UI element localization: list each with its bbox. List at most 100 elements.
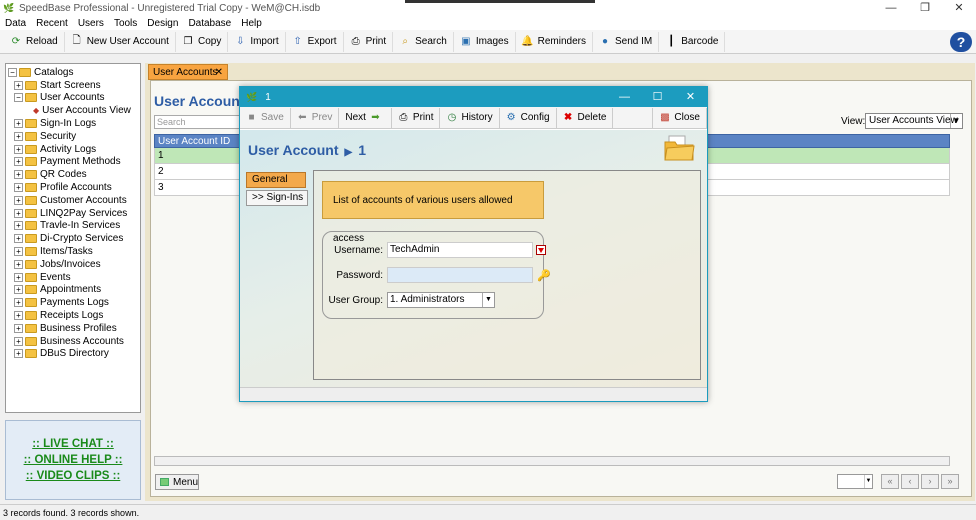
prev-button[interactable]: ⬅ Prev [291, 107, 340, 128]
dialog-close-button[interactable]: ✕ [674, 87, 707, 107]
last-page-button[interactable]: » [941, 474, 959, 489]
send-im-button[interactable]: ● Send IM [593, 31, 660, 52]
collapse-icon[interactable]: − [8, 67, 17, 77]
tree-item-customer-accounts[interactable]: + Customer Accounts [8, 194, 140, 207]
expand-icon[interactable]: + [14, 221, 23, 231]
tree-item-user-accounts[interactable]: − User Accounts [8, 92, 140, 105]
menu-design[interactable]: Design [147, 18, 178, 29]
tab-user-accounts[interactable]: User Accounts ✕ [148, 64, 228, 80]
expand-icon[interactable]: + [14, 131, 23, 141]
menu-help[interactable]: Help [241, 18, 262, 29]
tree-item-qr-codes[interactable]: + QR Codes [8, 168, 140, 181]
user-group-select[interactable]: 1. Administrators ▼ [387, 292, 495, 308]
menu-users[interactable]: Users [78, 18, 104, 29]
expand-icon[interactable]: + [14, 80, 23, 90]
expand-icon[interactable]: + [14, 349, 23, 359]
import-button[interactable]: ⇩ Import [228, 31, 286, 52]
tree-item-profile-accounts[interactable]: + Profile Accounts [8, 181, 140, 194]
catalog-tree[interactable]: − Catalogs + Start Screens − User Accounts … [5, 63, 141, 413]
maximize-button[interactable]: ❐ [908, 0, 942, 16]
expand-icon[interactable]: + [14, 323, 23, 333]
expand-icon[interactable]: + [14, 234, 23, 244]
expand-icon[interactable]: + [14, 195, 23, 205]
expand-icon[interactable]: + [14, 259, 23, 269]
tree-item-receipts-logs[interactable]: + Receipts Logs [8, 309, 140, 322]
expand-icon[interactable]: + [14, 311, 23, 321]
tree-item-dbus-directory[interactable]: + DBuS Directory [8, 348, 140, 361]
menu-button[interactable]: Menu [155, 474, 199, 490]
dialog-print-button[interactable]: ⎙ Print [392, 107, 441, 128]
tree-item-linq2pay-services[interactable]: + LINQ2Pay Services [8, 207, 140, 220]
expand-icon[interactable]: + [14, 336, 23, 346]
expand-icon[interactable]: + [14, 298, 23, 308]
online-help-link[interactable]: :: ONLINE HELP :: [24, 452, 123, 468]
next-button[interactable]: Next ➡ [339, 107, 392, 128]
reload-button[interactable]: ⟳ Reload [4, 31, 65, 52]
minimize-button[interactable]: — [874, 0, 908, 16]
tree-item-sign-in-logs[interactable]: + Sign-In Logs [8, 117, 140, 130]
copy-button[interactable]: ❐ Copy [176, 31, 229, 52]
expand-icon[interactable]: + [14, 285, 23, 295]
tree-item-di-crypto-services[interactable]: + Di-Crypto Services [8, 232, 140, 245]
tree-item-payments-logs[interactable]: + Payments Logs [8, 296, 140, 309]
menu-database[interactable]: Database [188, 18, 231, 29]
chevron-down-icon[interactable]: ▼ [482, 293, 494, 307]
horizontal-scrollbar[interactable] [154, 456, 950, 466]
help-button[interactable]: ? [950, 32, 972, 52]
next-page-button[interactable]: › [921, 474, 939, 489]
expand-icon[interactable]: + [14, 170, 23, 180]
tree-item-items-tasks[interactable]: + Items/Tasks [8, 245, 140, 258]
close-button[interactable]: ✕ [942, 0, 976, 16]
first-page-button[interactable]: « [881, 474, 899, 489]
dialog-maximize-button[interactable]: ☐ [641, 87, 674, 107]
tree-item-start-screens[interactable]: + Start Screens [8, 79, 140, 92]
expand-icon[interactable]: + [14, 208, 23, 218]
chevron-down-icon[interactable]: ▼ [864, 475, 872, 488]
reminders-button[interactable]: 🔔 Reminders [516, 31, 593, 52]
chevron-down-icon[interactable]: ▼ [950, 114, 962, 128]
expand-icon[interactable]: + [14, 144, 23, 154]
history-button[interactable]: ◷ History [440, 107, 500, 128]
barcode-button[interactable]: ┃ Barcode [659, 31, 726, 52]
delete-button[interactable]: ✖ Delete [557, 107, 614, 128]
tree-item-jobs-invoices[interactable]: + Jobs/Invoices [8, 258, 140, 271]
tree-item-business-profiles[interactable]: + Business Profiles [8, 322, 140, 335]
tree-item-payment-methods[interactable]: + Payment Methods [8, 156, 140, 169]
required-dropdown-icon[interactable] [536, 245, 546, 255]
tab-sign-ins[interactable]: >> Sign-Ins [246, 190, 308, 206]
dialog-minimize-button[interactable]: — [608, 87, 641, 107]
config-button[interactable]: ⚙ Config [500, 107, 557, 128]
key-icon[interactable]: 🔑 [537, 269, 551, 282]
menu-data[interactable]: Data [5, 18, 26, 29]
save-button[interactable]: ■ Save [240, 107, 291, 128]
search-button[interactable]: ⌕ Search [393, 31, 454, 52]
search-input[interactable]: Search [154, 115, 240, 129]
tree-item-appointments[interactable]: + Appointments [8, 284, 140, 297]
tree-item-events[interactable]: + Events [8, 271, 140, 284]
images-button[interactable]: ▣ Images [454, 31, 516, 52]
expand-icon[interactable]: + [14, 272, 23, 282]
menu-tools[interactable]: Tools [114, 18, 137, 29]
tree-item-travle-in-services[interactable]: + Travle-In Services [8, 220, 140, 233]
live-chat-link[interactable]: :: LIVE CHAT :: [32, 436, 114, 452]
video-clips-link[interactable]: :: VIDEO CLIPS :: [26, 468, 121, 484]
tree-item-activity-logs[interactable]: + Activity Logs [8, 143, 140, 156]
prev-page-button[interactable]: ‹ [901, 474, 919, 489]
expand-icon[interactable]: + [14, 183, 23, 193]
tab-general[interactable]: General [246, 172, 306, 188]
tree-item-catalogs[interactable]: − Catalogs [8, 66, 140, 79]
tree-item-user-accounts-view[interactable]: ◆ User Accounts View [8, 104, 140, 117]
tab-close-icon[interactable]: ✕ [215, 67, 223, 78]
password-field[interactable] [387, 267, 533, 283]
print-button[interactable]: ⎙ Print [344, 31, 394, 52]
username-field[interactable]: TechAdmin [387, 242, 533, 258]
expand-icon[interactable]: + [14, 247, 23, 257]
collapse-icon[interactable]: − [14, 93, 23, 103]
menu-recent[interactable]: Recent [36, 18, 68, 29]
new-user-account-button[interactable]: 🗋 New User Account [65, 31, 176, 52]
dialog-toolbar-close-button[interactable]: ▩ Close [652, 107, 707, 128]
view-select[interactable]: User Accounts View ▼ [865, 113, 963, 129]
expand-icon[interactable]: + [14, 119, 23, 129]
export-button[interactable]: ⇧ Export [286, 31, 344, 52]
tree-item-security[interactable]: + Security [8, 130, 140, 143]
